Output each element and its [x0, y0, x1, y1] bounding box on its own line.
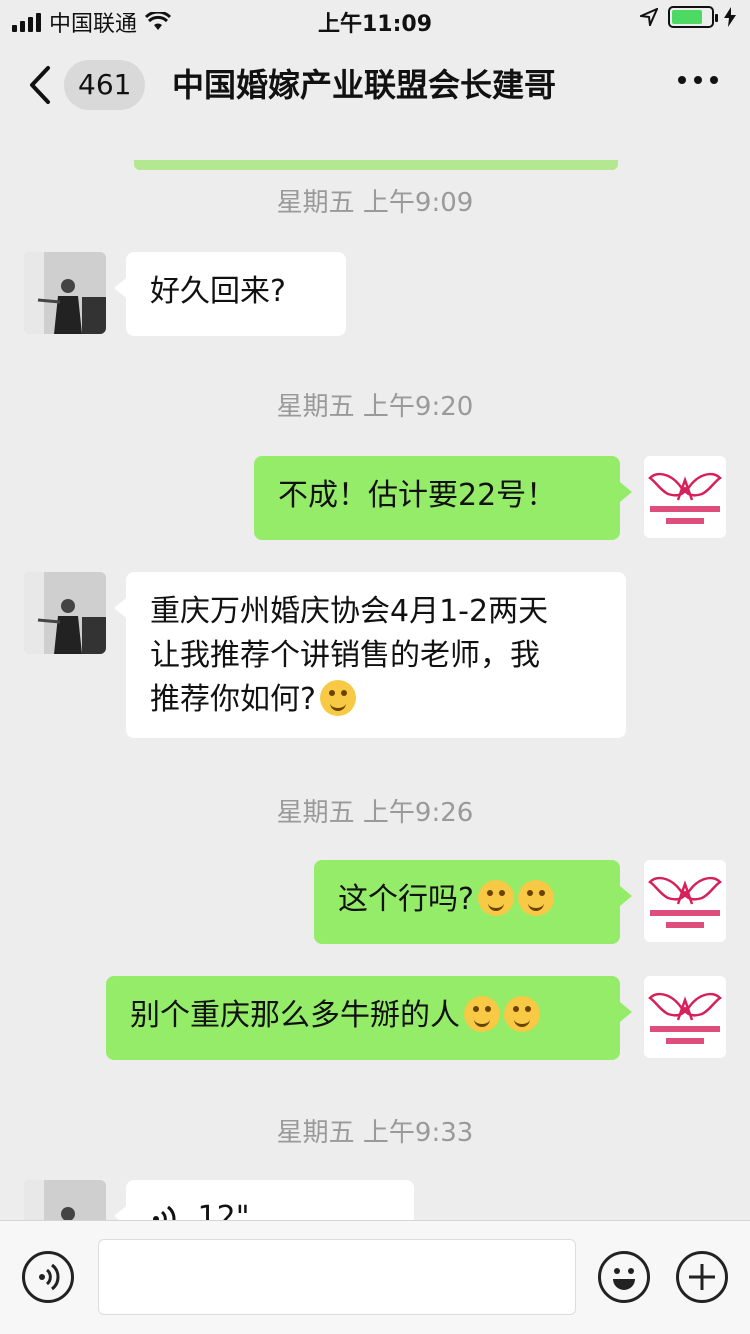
message-bubble-incoming[interactable]: 重庆万州婚庆协会4月1-2两天 让我推荐个讲销售的老师，我 推荐你如何?: [114, 572, 626, 738]
contact-avatar[interactable]: [24, 252, 106, 334]
message-input[interactable]: [98, 1239, 576, 1315]
plus-icon: [689, 1264, 715, 1290]
back-button[interactable]: [26, 60, 66, 110]
grin-emoji-icon: [517, 880, 554, 916]
self-avatar[interactable]: [644, 456, 726, 538]
contact-avatar[interactable]: [24, 1180, 106, 1220]
message-text: 不成！估计要22号！: [278, 478, 557, 513]
message-text: 好久回来?: [150, 274, 286, 309]
voice-wave-icon: [153, 1205, 176, 1220]
voice-message-bubble[interactable]: 12": [114, 1180, 414, 1220]
message-bubble-outgoing[interactable]: 别个重庆那么多牛掰的人: [106, 976, 632, 1060]
status-right: [640, 6, 736, 28]
input-bar: [0, 1220, 750, 1334]
message-list[interactable]: 星期五 上午9:09 好久回来? 星期五 上午9:20 不成！估计要22号！ 重…: [0, 130, 750, 1220]
chat-title: 中国婚嫁产业联盟会长建哥: [172, 66, 557, 104]
message-text: 推荐你如何?: [150, 682, 316, 717]
contact-avatar[interactable]: [24, 572, 106, 654]
message-text-line: 重庆万州婚庆协会4月1-2两天: [150, 594, 549, 629]
chevron-left-icon: [30, 66, 50, 104]
chat-header: 461 中国婚嫁产业联盟会长建哥: [0, 40, 750, 170]
voice-icon: [39, 1263, 60, 1291]
status-time: 上午11:09: [317, 12, 433, 37]
contact-photo: [24, 572, 106, 654]
voice-duration: 12": [197, 1200, 250, 1220]
constant-love-logo: [648, 876, 722, 928]
charging-icon: [724, 7, 736, 27]
message-text: 这个行吗?: [338, 882, 474, 917]
contact-photo: [24, 252, 106, 334]
more-dot-icon: [678, 76, 686, 84]
emoji-button[interactable]: [598, 1251, 650, 1303]
grin-emoji-icon: [477, 880, 514, 916]
contact-photo: [24, 1180, 106, 1220]
unread-count-badge[interactable]: 461: [64, 60, 146, 110]
timestamp: 星期五 上午9:26: [276, 798, 474, 828]
grin-emoji-icon: [319, 680, 356, 716]
more-functions-button[interactable]: [676, 1251, 728, 1303]
location-icon: [640, 8, 658, 26]
battery-icon: [668, 6, 718, 28]
more-button[interactable]: [678, 76, 718, 84]
message-bubble-incoming[interactable]: 好久回来?: [114, 252, 346, 336]
timestamp: 星期五 上午9:09: [276, 188, 474, 218]
message-text-line: 推荐你如何?: [150, 678, 602, 722]
message-text-line: 让我推荐个讲销售的老师，我: [150, 638, 540, 673]
message-text: 别个重庆那么多牛掰的人: [130, 998, 460, 1033]
constant-love-logo: [648, 992, 722, 1044]
constant-love-logo: [648, 472, 722, 524]
self-avatar[interactable]: [644, 976, 726, 1058]
more-dot-icon: [710, 76, 718, 84]
voice-input-button[interactable]: [22, 1251, 74, 1303]
message-bubble-outgoing[interactable]: 不成！估计要22号！: [254, 456, 632, 540]
status-bar: 中国联通 上午11:09: [0, 0, 750, 40]
timestamp: 星期五 上午9:33: [276, 1118, 474, 1148]
grin-emoji-icon: [613, 1268, 635, 1290]
more-dot-icon: [694, 76, 702, 84]
grin-emoji-icon: [504, 996, 540, 1032]
grin-emoji-icon: [464, 996, 500, 1032]
self-avatar[interactable]: [644, 860, 726, 942]
timestamp: 星期五 上午9:20: [276, 392, 474, 422]
message-bubble-outgoing[interactable]: 这个行吗?: [314, 860, 632, 944]
